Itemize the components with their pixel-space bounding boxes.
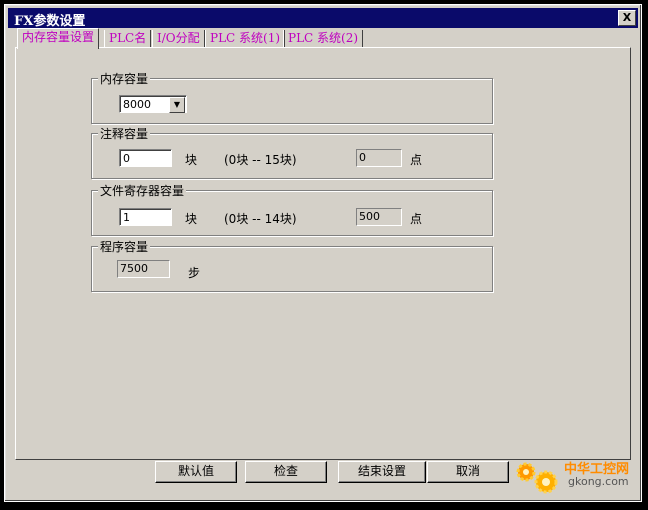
file-register-points-value: 500: [356, 208, 402, 226]
file-register-unit: 块: [185, 212, 198, 226]
chevron-down-icon[interactable]: ▼: [169, 97, 185, 113]
program-capacity-unit: 步: [188, 266, 201, 280]
watermark-url: gkong.com: [568, 475, 629, 488]
tab-memory-capacity[interactable]: 内存容量设置: [17, 28, 100, 49]
gear-icon: [516, 462, 558, 494]
comment-points-value: 0: [356, 149, 402, 167]
check-button[interactable]: 检查: [245, 461, 327, 483]
finish-setup-button[interactable]: 结束设置: [338, 461, 426, 483]
tab-plc-system-1[interactable]: PLC 系统(1): [205, 30, 286, 47]
program-capacity-value: 7500: [117, 260, 170, 278]
file-register-label: 文件寄存器容量: [98, 182, 187, 199]
tab-plc-system-2[interactable]: PLC 系统(2): [283, 30, 364, 47]
close-button[interactable]: X: [618, 10, 636, 26]
comment-points-unit: 点: [410, 153, 423, 167]
comment-capacity-label: 注释容量: [98, 125, 151, 142]
memory-capacity-group: 内存容量 8000 ▼: [91, 70, 493, 124]
fx-parameter-window: FX参数设置 X 内存容量设置 PLC名 I/O分配 PLC 系统(1) PLC…: [4, 4, 642, 502]
comment-blocks-input[interactable]: 0: [119, 149, 172, 167]
memory-capacity-select[interactable]: 8000 ▼: [119, 95, 187, 113]
cancel-button[interactable]: 取消: [427, 461, 509, 483]
program-capacity-group: 程序容量 7500 步: [91, 238, 493, 292]
comment-capacity-group: 注释容量 0 块 (0块 -- 15块) 0 点: [91, 125, 493, 179]
memory-capacity-label: 内存容量: [98, 70, 151, 87]
file-register-blocks-input[interactable]: 1: [119, 208, 172, 226]
file-register-points-unit: 点: [410, 212, 423, 226]
tab-plc-name[interactable]: PLC名: [104, 30, 152, 47]
file-register-range: (0块 -- 14块): [224, 212, 297, 226]
program-capacity-label: 程序容量: [98, 238, 151, 255]
default-button[interactable]: 默认值: [155, 461, 237, 483]
title-bar[interactable]: FX参数设置 X: [8, 8, 638, 29]
comment-unit: 块: [185, 153, 198, 167]
file-register-group: 文件寄存器容量 1 块 (0块 -- 14块) 500 点: [91, 182, 493, 236]
tab-io-assignment[interactable]: I/O分配: [152, 30, 205, 47]
memory-capacity-value: 8000: [123, 98, 151, 111]
comment-range: (0块 -- 15块): [224, 153, 297, 167]
watermark-logo: 中华工控网 gkong.com: [512, 458, 640, 498]
window-title: FX参数设置: [14, 14, 86, 29]
